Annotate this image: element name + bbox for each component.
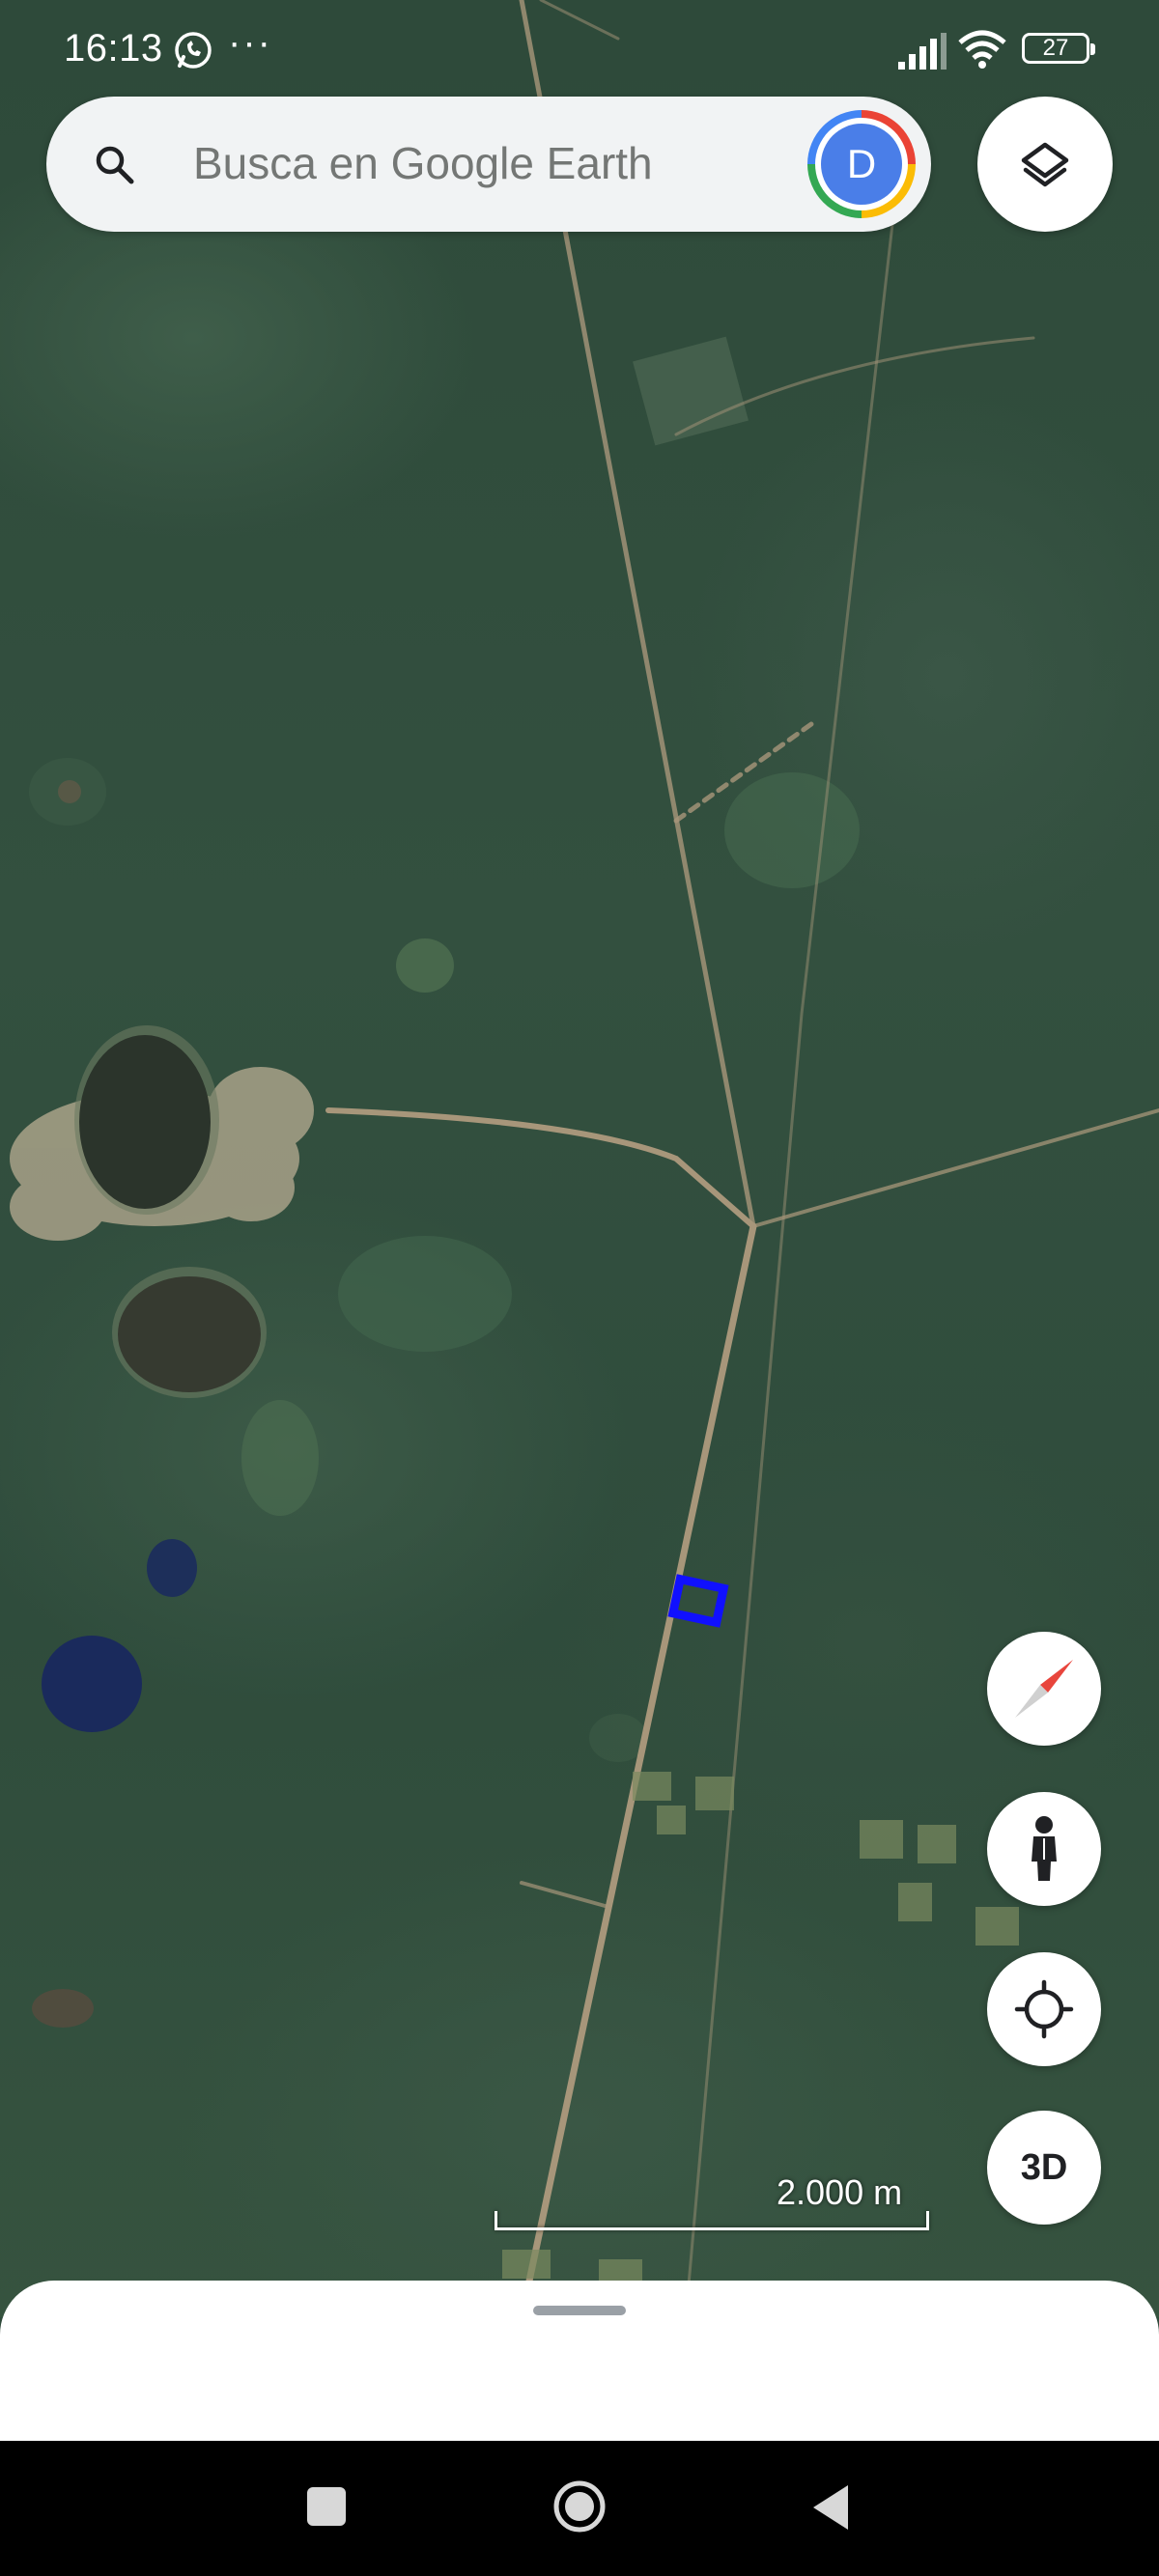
scale-bar [495,2211,929,2230]
back-button[interactable] [809,2483,852,2532]
selected-area-marker[interactable] [667,1574,729,1628]
bottom-sheet[interactable] [0,2281,1159,2454]
map-features [10,0,1159,2317]
3d-toggle-button[interactable]: 3D [987,2111,1101,2225]
whatsapp-icon [175,32,212,69]
compass-button[interactable] [987,1632,1101,1746]
status-bar: 16:13 ··· 27 [0,0,1159,97]
search-input[interactable]: Busca en Google Earth [193,137,653,189]
street-view-button[interactable] [987,1792,1101,1906]
wifi-icon [958,30,1006,69]
layers-button[interactable] [977,97,1113,232]
recents-button[interactable] [307,2487,346,2526]
account-avatar[interactable]: D [821,124,902,205]
search-icon [96,146,134,184]
home-button[interactable] [552,2479,607,2534]
notification-overflow-icon: ··· [228,21,272,64]
battery-indicator: 27 [1022,33,1095,64]
sheet-drag-handle[interactable] [533,2306,626,2315]
crosshair-icon [1014,1979,1074,2039]
search-bar[interactable]: Busca en Google Earth D [46,97,931,232]
satellite-map[interactable] [0,0,1159,2317]
layers-icon [1021,142,1069,187]
system-navigation-bar [0,2441,1159,2576]
lakes [32,780,267,2028]
signal-icon [898,33,947,70]
my-location-button[interactable] [987,1952,1101,2066]
compass-icon [1015,1660,1073,1718]
scale-label: 2.000 m [777,2172,903,2212]
clock: 16:13 [64,27,163,70]
pegman-icon [1032,1816,1057,1881]
